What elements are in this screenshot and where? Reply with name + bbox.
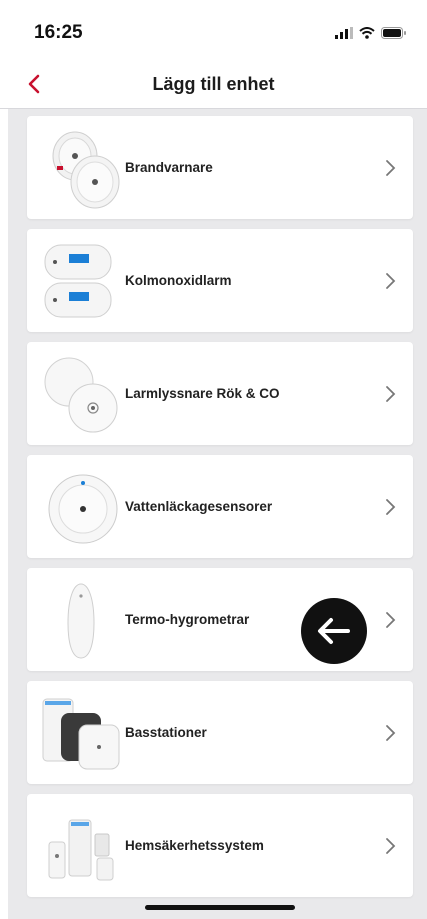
home-indicator[interactable] xyxy=(145,905,295,910)
device-category-list: Brandvarnare Kolmonoxidlarm Larmlyssnare… xyxy=(27,116,413,907)
arrow-left-icon xyxy=(318,618,350,644)
list-item-kolmonoxidlarm[interactable]: Kolmonoxidlarm xyxy=(27,229,413,332)
chevron-right-icon xyxy=(386,612,396,628)
water-leak-sensor-icon xyxy=(48,474,118,544)
status-bar: 16:25 xyxy=(0,0,427,60)
chevron-right-icon xyxy=(386,386,396,402)
list-item-label: Hemsäkerhetssystem xyxy=(125,838,264,853)
thermo-hygrometer-icon xyxy=(67,583,95,659)
left-frame-edge xyxy=(0,0,8,919)
nav-bar: Lägg till enhet xyxy=(0,60,427,109)
wifi-icon xyxy=(359,27,375,39)
list-item-vattenlackagesensorer[interactable]: Vattenläckagesensorer xyxy=(27,455,413,558)
chevron-right-icon xyxy=(386,838,396,854)
list-item-brandvarnare[interactable]: Brandvarnare xyxy=(27,116,413,219)
chevron-right-icon xyxy=(386,273,396,289)
smoke-detector-icon xyxy=(52,131,120,209)
base-station-icon xyxy=(42,698,120,770)
battery-icon xyxy=(381,27,406,39)
chevron-right-icon xyxy=(386,725,396,741)
list-item-label: Termo-hygrometrar xyxy=(125,612,250,627)
list-item-hemsakerhetssystem[interactable]: Hemsäkerhetssystem xyxy=(27,794,413,897)
home-security-system-icon xyxy=(48,819,114,881)
page-title: Lägg till enhet xyxy=(152,74,275,94)
list-item-label: Brandvarnare xyxy=(125,160,213,175)
status-time: 16:25 xyxy=(34,22,83,43)
alarm-listener-icon xyxy=(44,357,118,433)
co-alarm-icon xyxy=(44,244,112,318)
list-item-label: Kolmonoxidlarm xyxy=(125,273,232,288)
list-item-label: Larmlyssnare Rök & CO xyxy=(125,386,280,401)
status-icons xyxy=(335,26,407,40)
list-item-larmlyssnare[interactable]: Larmlyssnare Rök & CO xyxy=(27,342,413,445)
chevron-right-icon xyxy=(386,499,396,515)
list-item-label: Vattenläckagesensorer xyxy=(125,499,273,514)
chevron-right-icon xyxy=(386,160,396,176)
pointer-badge xyxy=(301,598,367,664)
list-item-basstationer[interactable]: Basstationer xyxy=(27,681,413,784)
signal-icon xyxy=(335,27,353,39)
list-item-label: Basstationer xyxy=(125,725,207,740)
